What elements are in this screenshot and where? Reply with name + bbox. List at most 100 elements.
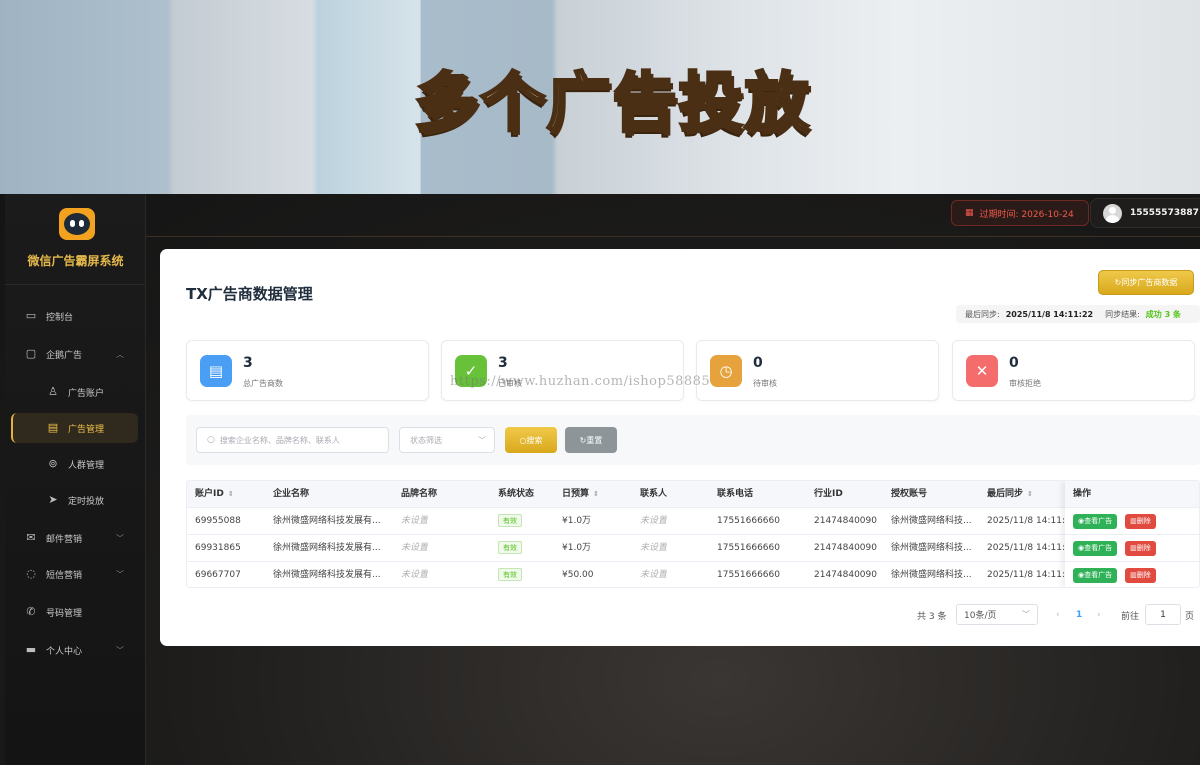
status-select[interactable]: 状态筛选 ﹀	[399, 427, 495, 453]
search-input[interactable]: ○ 搜索企业名称、品牌名称、联系人	[196, 427, 389, 453]
column-header[interactable]: 账户ID ⇕	[195, 481, 234, 508]
cell-brand: 未设置	[401, 543, 429, 553]
cell-brand: 未设置	[401, 570, 429, 580]
sync-button-label: 同步广告商数据	[1121, 278, 1178, 287]
cell-phone: 17551666660	[717, 570, 780, 580]
page-size-select[interactable]: 10条/页 ﹀	[956, 604, 1038, 625]
sidebar-item-audience[interactable]: ⊚ 人群管理	[5, 449, 146, 479]
status-placeholder: 状态筛选	[410, 435, 442, 445]
sidebar-item-label: 邮件营销	[46, 534, 83, 545]
page-suffix: 页	[1185, 611, 1195, 622]
cell-budget: ¥1.0万	[562, 543, 592, 553]
sidebar-item-label: 短信营销	[46, 570, 83, 581]
cell-budget: ¥1.0万	[562, 516, 592, 526]
cell-company: 徐州微盛网络科技发展有...	[273, 570, 381, 580]
cell-account-id: 69931865	[195, 543, 241, 553]
cell-company: 徐州微盛网络科技发展有...	[273, 543, 381, 553]
sort-icon: ⇕	[227, 490, 234, 498]
chevron-down-icon: ﹀	[1022, 610, 1030, 619]
sidebar-item-scheduled[interactable]: ➤ 定时投放	[5, 485, 146, 515]
document-icon: ▤	[47, 421, 59, 434]
trash-icon: ▥	[1130, 571, 1137, 579]
cell-status: 有效	[498, 535, 522, 562]
stat-label: 待审核	[753, 379, 777, 388]
actions-column: 操作 ◉ 查看广告 ▥ 删除 ◉ 查看广告 ▥ 删除 ◉ 查看广告 ▥ 删除	[1065, 481, 1199, 587]
trash-icon: ▥	[1130, 544, 1137, 552]
cell-industry: 21474840090	[814, 516, 877, 526]
goto-page-input[interactable]: 1	[1145, 604, 1181, 625]
cell-industry: 21474840090	[814, 570, 877, 580]
sidebar-item-numbers[interactable]: ✆ 号码管理	[5, 597, 146, 627]
cell-phone: 17551666660	[717, 516, 780, 526]
cell-account-id: 69667707	[195, 570, 241, 580]
cell-contact: 未设置	[640, 570, 668, 580]
view-ad-button[interactable]: ◉ 查看广告	[1073, 567, 1118, 583]
sidebar-item-email[interactable]: ✉ 邮件营销 ﹀	[5, 523, 146, 553]
cell-contact: 未设置	[640, 543, 668, 553]
robot-face-icon	[59, 208, 95, 240]
pagination-total: 共 3 条	[917, 611, 947, 622]
column-header: 操作	[1065, 481, 1199, 508]
column-header[interactable]: 日预算 ⇕	[562, 481, 599, 508]
delete-button[interactable]: ▥ 删除	[1125, 567, 1156, 583]
main-card: TX广告商数据管理 ↻ 同步广告商数据 最后同步: 2025/11/8 14:11…	[160, 249, 1200, 646]
sidebar-item-dashboard[interactable]: ▭ 控制台	[5, 301, 146, 331]
search-icon: ○	[519, 435, 527, 445]
view-ad-button[interactable]: ◉ 查看广告	[1073, 540, 1118, 556]
stat-value: 3	[498, 355, 508, 371]
prev-page-icon[interactable]: ‹	[1056, 605, 1060, 625]
page-size-value: 10条/页	[964, 611, 997, 621]
clock-icon: ◷	[710, 355, 742, 387]
status-badge: 有效	[498, 514, 522, 527]
cell-status: 有效	[498, 562, 522, 587]
user-menu[interactable]: 15555573887	[1090, 198, 1200, 228]
close-icon: ✕	[966, 355, 998, 387]
sidebar-item-ad-management[interactable]: ▤ 广告管理	[11, 413, 138, 443]
sidebar-item-label: 广告管理	[68, 424, 105, 435]
cell-phone: 17551666660	[717, 543, 780, 553]
view-ad-button[interactable]: ◉ 查看广告	[1073, 513, 1118, 529]
delete-button[interactable]: ▥ 删除	[1125, 540, 1156, 556]
sidebar-item-label: 号码管理	[46, 608, 83, 619]
expire-text: 过期时间: 2026-10-24	[979, 209, 1074, 220]
phone-icon: ✆	[26, 605, 36, 618]
reset-button[interactable]: ↻ 重置	[565, 427, 617, 453]
column-header: 企业名称	[273, 489, 310, 499]
goto-label: 前往	[1121, 611, 1140, 622]
sidebar-item-ad-accounts[interactable]: ♙ 广告账户	[5, 377, 146, 407]
sidebar-item-penguin-ads[interactable]: ▢ 企鹅广告 ︿	[5, 339, 146, 369]
promo-banner: 多个广告投放	[0, 0, 1200, 194]
sync-button[interactable]: ↻ 同步广告商数据	[1098, 270, 1194, 295]
page-number[interactable]: 1	[1076, 605, 1082, 625]
calendar-icon: ▦	[965, 208, 974, 218]
search-button[interactable]: ○ 搜索	[505, 427, 557, 453]
next-page-icon[interactable]: ›	[1097, 605, 1101, 625]
avatar	[1103, 203, 1122, 223]
brand-name: 微信广告霸屏系统	[27, 254, 124, 268]
sidebar-item-label: 人群管理	[68, 460, 105, 471]
search-placeholder: 搜索企业名称、品牌名称、联系人	[219, 435, 340, 445]
column-header: 联系电话	[717, 489, 754, 499]
chevron-down-icon: ﹀	[116, 645, 124, 655]
stat-card-total: ▤ 3 总广告商数	[186, 340, 429, 401]
column-header[interactable]: 最后同步 ⇕	[987, 481, 1033, 508]
status-badge: 有效	[498, 541, 522, 554]
delete-button[interactable]: ▥ 删除	[1125, 513, 1156, 529]
mail-icon: ✉	[26, 531, 36, 544]
document-icon: ▤	[200, 355, 232, 387]
column-header: 授权账号	[891, 489, 928, 499]
group-icon: ⊚	[48, 457, 58, 470]
cell-auth: 徐州微盛网络科技...	[891, 516, 972, 526]
topbar-divider	[146, 236, 1200, 237]
sidebar-item-sms[interactable]: ◌ 短信营销 ﹀	[5, 559, 146, 589]
watermark-text: https://www.huzhan.com/ishop58885	[450, 374, 711, 389]
sync-info: 最后同步: 2025/11/8 14:11:22 同步结果: 成功 3 条	[956, 305, 1200, 323]
sidebar-item-profile[interactable]: ▬ 个人中心 ﹀	[5, 635, 146, 665]
cell-last-sync: 2025/11/8 14:11:2	[987, 570, 1065, 580]
refresh-icon: ↻	[579, 435, 587, 445]
monitor-icon: ▭	[25, 309, 37, 322]
sidebar: 微信广告霸屏系统 ▭ 控制台 ▢ 企鹅广告 ︿ ♙ 广告账户 ▤ 广告管理 ⊚ …	[5, 194, 146, 765]
banner-title: 多个广告投放	[413, 66, 811, 143]
cell-status: 有效	[498, 508, 522, 535]
refresh-icon: ↻	[1114, 278, 1122, 287]
